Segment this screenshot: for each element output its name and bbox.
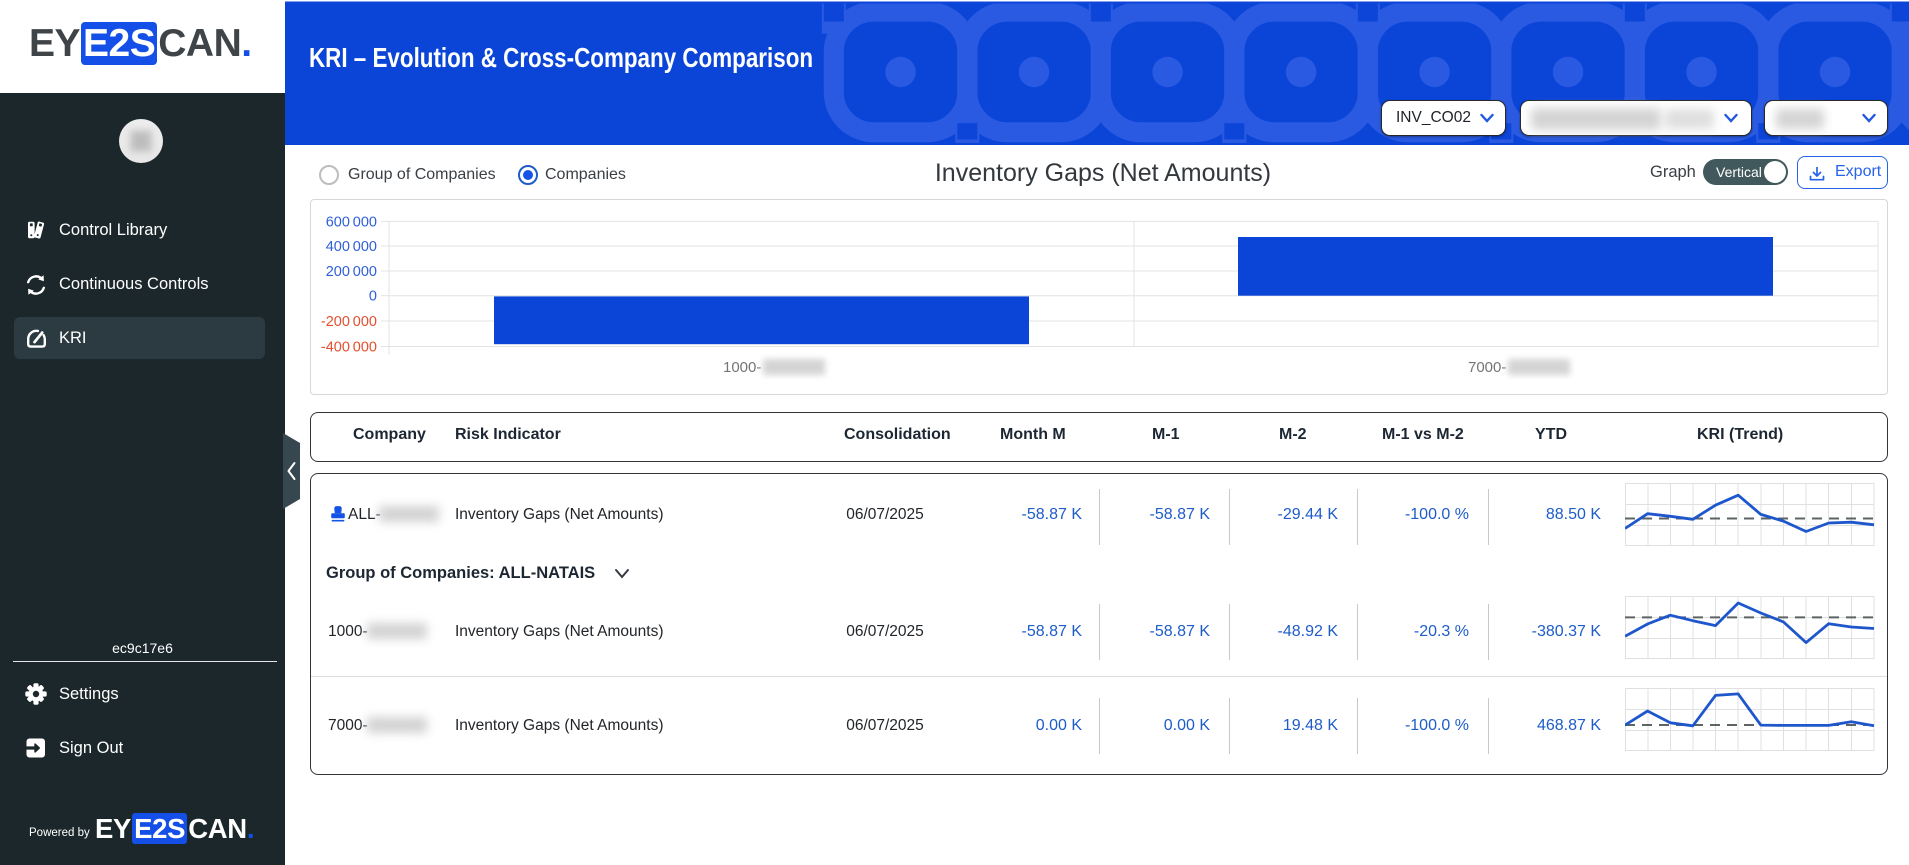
- svg-text:400 000: 400 000: [326, 239, 377, 255]
- svg-text:600 000: 600 000: [326, 214, 377, 230]
- svg-text:-400 000: -400 000: [321, 340, 377, 356]
- svg-text:0: 0: [369, 289, 377, 305]
- svg-text:1000-: 1000-: [723, 359, 761, 376]
- svg-text:7000-: 7000-: [1468, 359, 1506, 376]
- svg-text:200 000: 200 000: [326, 264, 377, 280]
- svg-text:-200 000: -200 000: [321, 314, 377, 330]
